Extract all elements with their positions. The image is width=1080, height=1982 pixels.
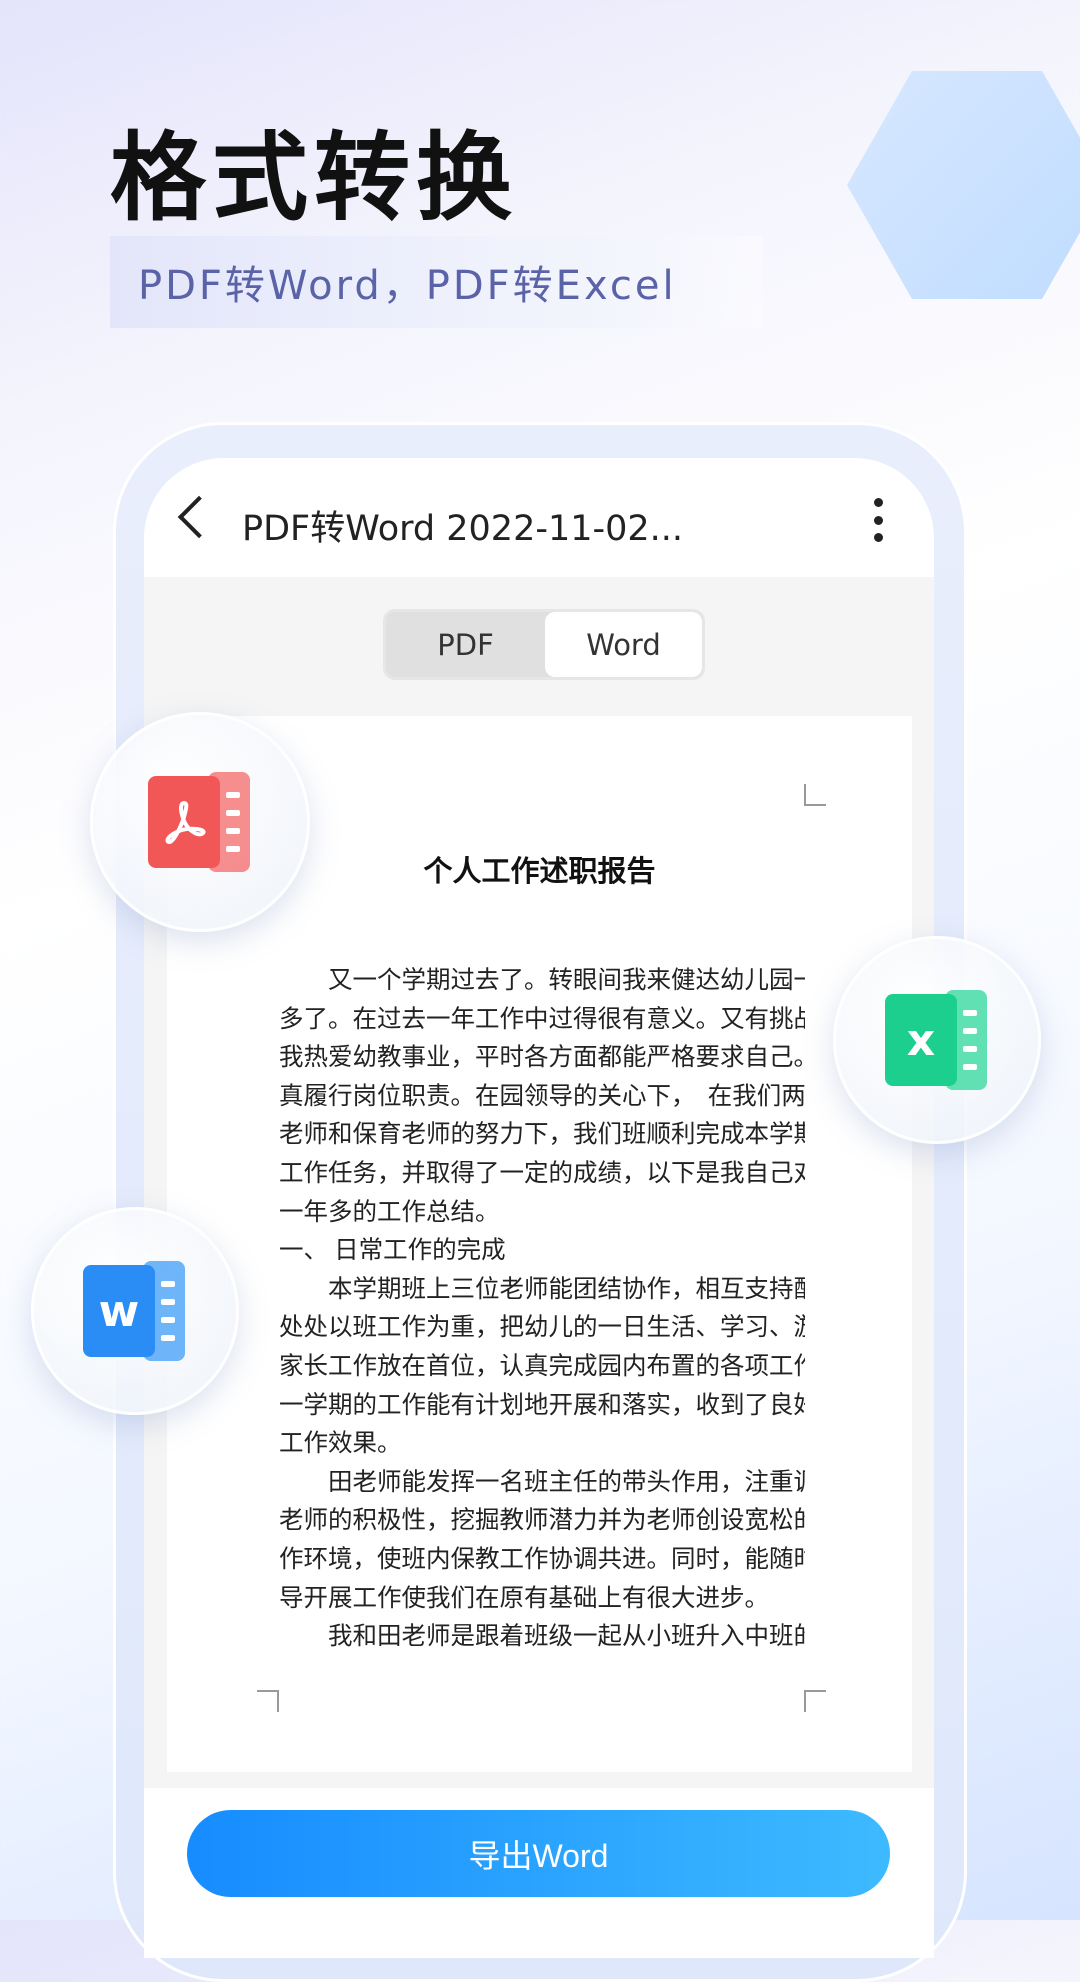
document-line: 一年多的工作总结。 bbox=[279, 1198, 500, 1226]
tab-pdf[interactable]: PDF bbox=[386, 612, 545, 677]
more-vertical-icon[interactable] bbox=[872, 498, 884, 542]
document-line: 老师的积极性，挖掘教师潜力并为老师创设宽松的工 bbox=[279, 1507, 805, 1535]
view-toggle: PDF Word bbox=[383, 609, 705, 680]
document-line: 田老师能发挥一名班主任的带头作用，注重调动 bbox=[279, 1468, 805, 1496]
margin-mark bbox=[257, 1690, 279, 1712]
export-word-button[interactable]: 导出Word bbox=[187, 1810, 890, 1897]
margin-mark bbox=[804, 784, 826, 806]
margin-mark bbox=[804, 1690, 826, 1712]
header-title: PDF转Word 2022-11-02... bbox=[242, 509, 684, 549]
tab-word[interactable]: Word bbox=[545, 612, 702, 677]
pdf-file-icon bbox=[148, 772, 252, 872]
document-line: 一学期的工作能有计划地开展和落实，收到了良好的 bbox=[279, 1391, 805, 1419]
document-line: 工作效果。 bbox=[279, 1430, 402, 1458]
hero-subtitle: PDF转Word，PDF转Excel bbox=[138, 263, 677, 309]
word-file-icon: w bbox=[83, 1261, 187, 1361]
document-line: 又一个学期过去了。转眼间我来健达幼儿园一年 bbox=[279, 967, 805, 994]
document-line: 工作任务，并取得了一定的成绩，以下是我自己对这 bbox=[279, 1159, 805, 1187]
word-bubble: w bbox=[31, 1207, 239, 1415]
pdf-bubble bbox=[90, 712, 310, 932]
decorative-hexagon bbox=[847, 71, 1080, 299]
document-line: 真履行岗位职责。在园领导的关心下， 在我们两位 bbox=[279, 1082, 805, 1110]
hero-title: 格式转换 bbox=[110, 122, 518, 234]
document-line: 处处以班工作为重，把幼儿的一日生活、学习、游戏、 bbox=[279, 1314, 805, 1342]
document-body: 又一个学期过去了。转眼间我来健达幼儿园一年 多了。在过去一年工作中过得很有意义。又… bbox=[279, 962, 805, 1657]
document-line: 我热爱幼教事业，平时各方面都能严格要求自己。认 bbox=[279, 1044, 805, 1072]
document-line: 一、 日常工作的完成 bbox=[279, 1237, 506, 1265]
document-line: 家长工作放在首位，认真完成园内布置的各项工作， bbox=[279, 1352, 805, 1380]
excel-file-icon: x bbox=[885, 990, 989, 1090]
phone-screen: PDF转Word 2022-11-02... PDF Word 个人工作述职报告… bbox=[144, 458, 934, 1958]
document-line: 本学期班上三位老师能团结协作，相互支持配合， bbox=[327, 1275, 805, 1303]
document-line: 老师和保育老师的努力下，我们班顺利完成本学期的 bbox=[279, 1121, 805, 1149]
document-line: 导开展工作使我们在原有基础上有很大进步。 bbox=[279, 1584, 769, 1612]
excel-bubble: x bbox=[833, 936, 1041, 1144]
document-line: 作环境，使班内保教工作协调共进。同时，能随时指 bbox=[279, 1545, 805, 1573]
chevron-left-icon[interactable] bbox=[177, 495, 221, 539]
hero-subtitle-box: PDF转Word，PDF转Excel bbox=[110, 236, 763, 328]
app-header: PDF转Word 2022-11-02... bbox=[144, 458, 934, 577]
document-line: 我和田老师是跟着班级一起从小班升入中班的老 bbox=[279, 1623, 805, 1651]
document-line: 多了。在过去一年工作中过得很有意义。又有挑战性。 bbox=[279, 1005, 805, 1033]
